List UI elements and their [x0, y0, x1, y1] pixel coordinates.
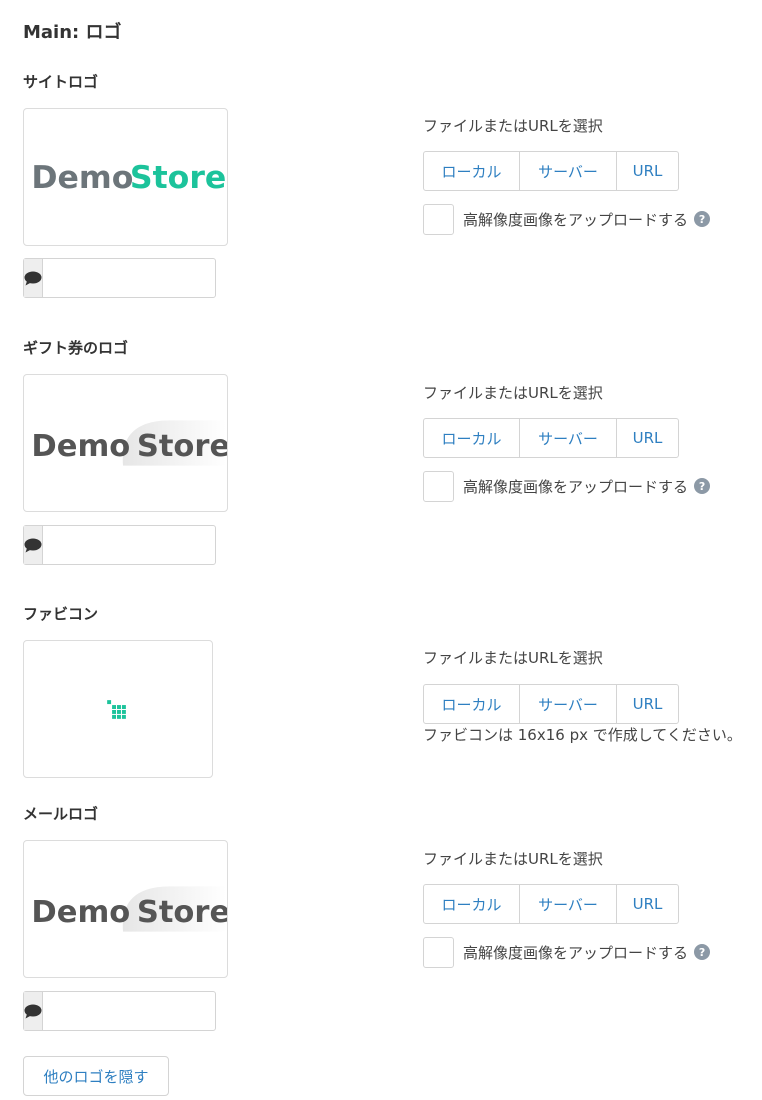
- section-title-favicon: ファビコン: [23, 605, 99, 623]
- mail-logo-local-button[interactable]: ローカル: [424, 885, 520, 923]
- mail-logo-word-store: Store: [137, 895, 227, 930]
- gift-logo-url-button[interactable]: URL: [617, 419, 678, 457]
- site-logo-source-buttons: ローカル サーバー URL: [423, 151, 679, 191]
- question-circle-icon[interactable]: ?: [694, 478, 711, 494]
- comment-icon: [24, 992, 43, 1030]
- site-logo-hidpi-row: 高解像度画像をアップロードする ?: [423, 203, 711, 235]
- gift-logo-image: Demo Store: [31, 420, 227, 466]
- gift-logo-source-buttons: ローカル サーバー URL: [423, 418, 679, 458]
- section-title-mail-logo: メールロゴ: [23, 805, 99, 823]
- gift-logo-word-store: Store: [137, 429, 227, 464]
- gift-logo-alt-text-input[interactable]: [43, 526, 229, 564]
- favicon-size-note: ファビコンは 16x16 px で作成してください。: [423, 726, 742, 744]
- page-title: Main: ロゴ: [23, 22, 122, 43]
- site-logo-hidpi-checkbox[interactable]: [423, 203, 454, 235]
- mail-logo-url-button[interactable]: URL: [617, 885, 678, 923]
- mail-logo-hidpi-row: 高解像度画像をアップロードする ?: [423, 936, 711, 968]
- site-logo-image: Demo Store: [31, 160, 226, 196]
- comment-icon: [24, 259, 43, 297]
- favicon-preview[interactable]: [23, 640, 213, 778]
- mail-logo-alt-text-group: [23, 991, 229, 1031]
- gift-logo-alt-text-group: [23, 525, 229, 565]
- mail-logo-source-buttons: ローカル サーバー URL: [423, 884, 679, 924]
- mail-logo-file-label: ファイルまたはURLを選択: [423, 850, 603, 868]
- site-logo-preview[interactable]: Demo Store: [23, 108, 228, 246]
- favicon-image: [107, 700, 126, 719]
- section-title-site-logo: サイトロゴ: [23, 73, 99, 91]
- gift-logo-file-label: ファイルまたはURLを選択: [423, 384, 603, 402]
- site-logo-word-demo: Demo: [31, 160, 133, 196]
- question-circle-icon[interactable]: ?: [694, 211, 711, 227]
- mail-logo-hidpi-checkbox[interactable]: [423, 936, 454, 968]
- site-logo-server-button[interactable]: サーバー: [520, 152, 617, 190]
- mail-logo-server-button[interactable]: サーバー: [520, 885, 617, 923]
- favicon-file-label: ファイルまたはURLを選択: [423, 649, 603, 667]
- favicon-url-button[interactable]: URL: [617, 685, 678, 723]
- gift-logo-hidpi-label: 高解像度画像をアップロードする: [463, 477, 689, 496]
- site-logo-file-label: ファイルまたはURLを選択: [423, 117, 603, 135]
- favicon-server-button[interactable]: サーバー: [520, 685, 617, 723]
- site-logo-alt-text-group: [23, 258, 229, 298]
- gift-logo-preview[interactable]: Demo Store: [23, 374, 228, 512]
- gift-logo-word-demo: Demo: [31, 429, 130, 464]
- gift-logo-local-button[interactable]: ローカル: [424, 419, 520, 457]
- question-circle-icon[interactable]: ?: [694, 944, 711, 960]
- gift-logo-hidpi-checkbox[interactable]: [423, 470, 454, 502]
- site-logo-local-button[interactable]: ローカル: [424, 152, 520, 190]
- comment-icon: [24, 526, 43, 564]
- mail-logo-preview[interactable]: Demo Store: [23, 840, 228, 978]
- hide-other-logos-button[interactable]: 他のロゴを隠す: [23, 1056, 169, 1096]
- site-logo-word-store: Store: [130, 160, 226, 196]
- site-logo-alt-text-input[interactable]: [43, 259, 229, 297]
- mail-logo-word-demo: Demo: [31, 895, 130, 930]
- site-logo-hidpi-label: 高解像度画像をアップロードする: [463, 210, 689, 229]
- favicon-local-button[interactable]: ローカル: [424, 685, 520, 723]
- mail-logo-hidpi-label: 高解像度画像をアップロードする: [463, 943, 689, 962]
- section-title-gift-logo: ギフト券のロゴ: [23, 339, 129, 357]
- mail-logo-alt-text-input[interactable]: [43, 992, 229, 1030]
- site-logo-url-button[interactable]: URL: [617, 152, 678, 190]
- mail-logo-image: Demo Store: [31, 886, 227, 932]
- gift-logo-server-button[interactable]: サーバー: [520, 419, 617, 457]
- favicon-source-buttons: ローカル サーバー URL: [423, 684, 679, 724]
- gift-logo-hidpi-row: 高解像度画像をアップロードする ?: [423, 470, 711, 502]
